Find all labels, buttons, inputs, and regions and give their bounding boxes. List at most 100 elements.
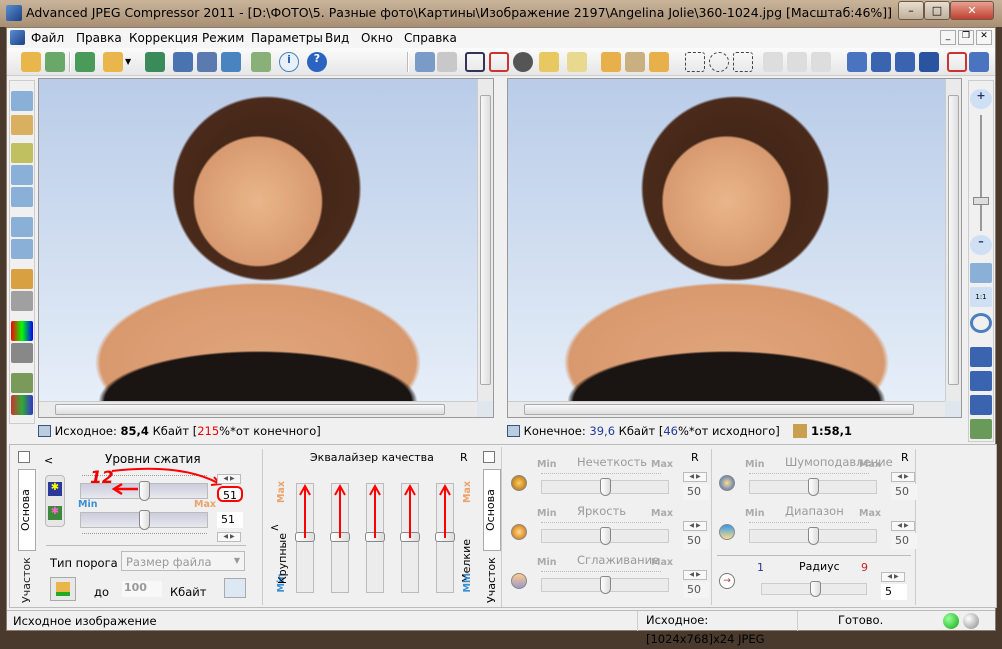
spin-1[interactable]: ◀ ▶ — [217, 474, 241, 484]
save-icon[interactable] — [173, 52, 193, 72]
recent-folder-icon[interactable] — [103, 52, 123, 72]
filters-tab-basic[interactable]: Основа — [483, 469, 501, 551]
layout-cascade-icon[interactable] — [847, 52, 867, 72]
menu-help[interactable]: Справка — [404, 31, 457, 45]
filter-slider[interactable] — [541, 527, 669, 545]
threshold-value-input[interactable]: 100 — [122, 581, 162, 597]
filter-value[interactable]: 50 — [891, 484, 917, 500]
filter-spin[interactable]: ◀ ▶ — [683, 472, 707, 482]
channels-icon[interactable] — [11, 291, 33, 311]
palette-icon[interactable] — [11, 373, 33, 393]
zoom-out-icon[interactable]: – — [970, 235, 992, 255]
compare-icon[interactable] — [415, 52, 435, 72]
save-as-icon[interactable] — [197, 52, 217, 72]
hand-icon[interactable] — [601, 52, 621, 72]
select-all-icon[interactable] — [811, 52, 831, 72]
menu-edit[interactable]: Правка — [76, 31, 122, 45]
filters-reset-left[interactable]: R — [691, 451, 699, 464]
resize-icon[interactable] — [489, 52, 509, 72]
rect-select-icon[interactable] — [685, 52, 705, 72]
email-icon[interactable] — [251, 52, 271, 72]
fullscreen-icon[interactable] — [947, 52, 967, 72]
view-1-icon[interactable] — [970, 347, 992, 367]
radius-slider[interactable] — [761, 581, 867, 597]
histogram-icon[interactable] — [11, 269, 33, 289]
mdi-restore-button[interactable]: ❐ — [958, 30, 974, 45]
filters-tab-area[interactable]: Участок — [485, 555, 501, 605]
maximize-button[interactable]: □ — [924, 1, 950, 20]
swap-icon[interactable] — [970, 419, 992, 439]
menu-file[interactable]: Файл — [31, 31, 64, 45]
threshold-calc-button[interactable] — [224, 578, 246, 598]
key-icon[interactable] — [11, 115, 33, 135]
menu-view[interactable]: Вид — [325, 31, 349, 45]
window-list-icon[interactable] — [969, 52, 989, 72]
colors-icon[interactable] — [11, 395, 33, 415]
view-2-icon[interactable] — [970, 371, 992, 391]
result-vertical-scrollbar[interactable] — [945, 79, 961, 401]
result-photo[interactable] — [508, 79, 945, 401]
zoom-out-region-icon[interactable] — [11, 187, 33, 207]
fit-window-icon[interactable] — [970, 263, 992, 283]
ellipse-select-icon[interactable] — [709, 52, 729, 72]
radius-spin[interactable]: ◀ ▶ — [881, 572, 905, 582]
zoom-in-icon[interactable]: + — [970, 89, 992, 109]
filter-spin[interactable]: ◀ ▶ — [683, 570, 707, 580]
help-icon[interactable]: ? — [307, 52, 327, 72]
menu-correction[interactable]: Коррекция — [129, 31, 198, 45]
filter-slider[interactable] — [541, 576, 669, 594]
gray-icon[interactable] — [11, 343, 33, 363]
pointer-icon[interactable] — [625, 52, 645, 72]
compression-value-1[interactable]: 51 — [217, 486, 243, 502]
result-horizontal-scrollbar[interactable] — [508, 401, 945, 417]
actual-size-icon[interactable]: 1:1 — [970, 287, 992, 307]
filter-value[interactable]: 50 — [683, 582, 709, 598]
filter-value[interactable]: 50 — [683, 484, 709, 500]
tab-basic[interactable]: Основа — [18, 469, 36, 551]
close-button[interactable]: ✕ — [950, 1, 994, 20]
info-icon[interactable]: i — [279, 52, 299, 72]
zoom-slider-handle[interactable] — [973, 197, 989, 205]
process-icon[interactable] — [145, 52, 165, 72]
filter-slider[interactable] — [541, 478, 669, 496]
minimize-button[interactable]: – — [898, 1, 924, 20]
menu-mode[interactable]: Режим — [202, 31, 244, 45]
magnifier-2-icon[interactable] — [11, 239, 33, 259]
source-horizontal-scrollbar[interactable] — [39, 401, 477, 417]
chevron-down-icon[interactable]: ▼ — [125, 57, 131, 66]
clear-selection-icon[interactable] — [763, 52, 783, 72]
magnifier-icon[interactable] — [11, 217, 33, 237]
apply-threshold-button[interactable] — [50, 577, 76, 601]
filter-slider[interactable] — [749, 527, 877, 545]
notes-icon[interactable] — [567, 52, 587, 72]
luma-icon[interactable]: ✱ — [48, 482, 62, 496]
crop-icon[interactable] — [465, 52, 485, 72]
view-3-icon[interactable] — [970, 395, 992, 415]
compression-value-2[interactable]: 51 — [217, 512, 243, 528]
rgb-icon[interactable] — [11, 321, 33, 341]
source-vertical-scrollbar[interactable] — [477, 79, 493, 401]
layout-vertical-icon[interactable] — [895, 52, 915, 72]
zoom-source-icon[interactable] — [11, 91, 33, 111]
tab-area[interactable]: Участок — [20, 555, 36, 605]
radius-value[interactable]: 5 — [881, 584, 907, 600]
filter-spin[interactable]: ◀ ▶ — [683, 521, 707, 531]
spin-2[interactable]: ◀ ▶ — [217, 532, 241, 542]
open-icon[interactable] — [21, 52, 41, 72]
lasso-icon[interactable] — [733, 52, 753, 72]
invert-selection-icon[interactable] — [787, 52, 807, 72]
copy-icon[interactable] — [437, 52, 457, 72]
zoom-in-region-icon[interactable] — [11, 165, 33, 185]
mdi-minimize-button[interactable]: _ — [940, 30, 956, 45]
center-icon[interactable] — [970, 313, 992, 333]
preview-eye-icon[interactable] — [513, 52, 533, 72]
chroma-icon[interactable]: ✱ — [48, 506, 62, 520]
mdi-close-button[interactable]: ✕ — [976, 30, 992, 45]
convert-icon[interactable] — [75, 52, 95, 72]
edit-icon[interactable] — [539, 52, 559, 72]
menu-window[interactable]: Окно — [361, 31, 393, 45]
menu-parameters[interactable]: Параметры — [251, 31, 323, 45]
equalizer-reset[interactable]: R — [460, 451, 468, 464]
collapse-button[interactable]: < — [44, 454, 53, 467]
zoom-slider[interactable] — [980, 115, 982, 231]
